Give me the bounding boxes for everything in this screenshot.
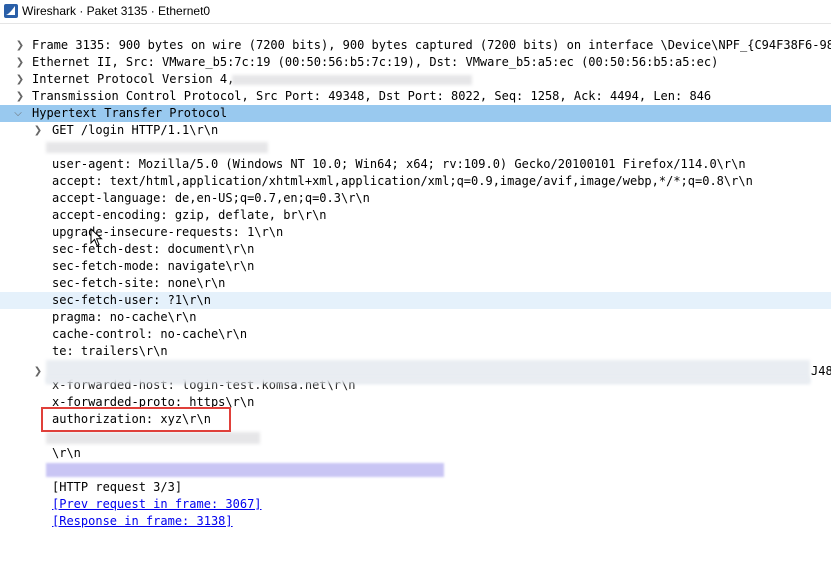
response-link[interactable]: [Response in frame: 3138] — [52, 513, 233, 530]
tcp-label: Transmission Control Protocol, Src Port:… — [32, 89, 712, 103]
tree-item-redacted[interactable] — [0, 462, 831, 479]
upgrade-insecure-header: upgrade-insecure-requests: 1\r\n — [52, 225, 284, 239]
sec-fetch-mode-header: sec-fetch-mode: navigate\r\n — [52, 259, 255, 273]
tree-item-sec-fetch-mode[interactable]: sec-fetch-mode: navigate\r\n — [0, 258, 831, 275]
tree-item-redacted[interactable] — [0, 139, 831, 156]
sec-fetch-dest-header: sec-fetch-dest: document\r\n — [52, 242, 255, 256]
prev-request-link[interactable]: [Prev request in frame: 3067] — [52, 496, 262, 513]
window-title: Wireshark · Paket 3135 · Ethernet0 — [22, 4, 211, 18]
tree-item-cache-control[interactable]: cache-control: no-cache\r\n — [0, 326, 831, 343]
redacted-block — [46, 463, 444, 477]
chevron-right-icon[interactable]: ❯ — [14, 88, 26, 105]
tree-item-crlf[interactable]: \r\n — [0, 445, 831, 462]
tree-item-pragma[interactable]: pragma: no-cache\r\n — [0, 309, 831, 326]
tree-item-prev-request[interactable]: [Prev request in frame: 3067] — [0, 496, 831, 513]
tree-item-accept[interactable]: accept: text/html,application/xhtml+xml,… — [0, 173, 831, 190]
tree-item-response[interactable]: [Response in frame: 3138] — [0, 513, 831, 530]
tree-item-ip[interactable]: ❯ Internet Protocol Version 4, — [0, 71, 831, 88]
tree-item-x-forwarded-host[interactable]: x-forwarded-host: login-test.komsa.net\r… — [0, 377, 831, 394]
user-agent-header: user-agent: Mozilla/5.0 (Windows NT 10.0… — [52, 157, 746, 171]
http-label: Hypertext Transfer Protocol — [32, 106, 228, 120]
http-request-count: [HTTP request 3/3] — [52, 480, 183, 494]
accept-language-header: accept-language: de,en-US;q=0.7,en;q=0.3… — [52, 191, 370, 205]
accept-header: accept: text/html,application/xhtml+xml,… — [52, 174, 753, 188]
ethernet-label: Ethernet II, Src: VMware_b5:7c:19 (00:50… — [32, 55, 719, 69]
tree-item-upgrade-insecure[interactable]: upgrade-insecure-requests: 1\r\n — [0, 224, 831, 241]
sec-fetch-user-header: sec-fetch-user: ?1\r\n — [52, 293, 211, 307]
tree-item-http-request-count[interactable]: [HTTP request 3/3] — [0, 479, 831, 496]
tree-item-frame[interactable]: ❯ Frame 3135: 900 bytes on wire (7200 bi… — [0, 37, 831, 54]
tree-item-accept-language[interactable]: accept-language: de,en-US;q=0.7,en;q=0.3… — [0, 190, 831, 207]
mouse-cursor-icon — [90, 228, 103, 247]
pragma-header: pragma: no-cache\r\n — [52, 310, 197, 324]
redacted-block — [46, 142, 268, 153]
request-line-label: GET /login HTTP/1.1\r\n — [52, 123, 219, 137]
tree-item-request-line[interactable]: ❯ GET /login HTTP/1.1\r\n — [0, 122, 831, 139]
redacted-block — [46, 432, 260, 444]
cache-control-header: cache-control: no-cache\r\n — [52, 327, 248, 341]
highlight-box — [41, 407, 231, 432]
chevron-right-icon[interactable]: ❯ — [32, 122, 44, 139]
chevron-right-icon[interactable]: ❯ — [14, 71, 26, 88]
wireshark-fin-icon — [4, 4, 18, 18]
accept-encoding-header: accept-encoding: gzip, deflate, br\r\n — [52, 208, 327, 222]
tree-item-accept-encoding[interactable]: accept-encoding: gzip, deflate, br\r\n — [0, 207, 831, 224]
chevron-right-icon[interactable]: ❯ — [14, 54, 26, 71]
te-header: te: trailers\r\n — [52, 344, 168, 358]
tree-item-sec-fetch-dest[interactable]: sec-fetch-dest: document\r\n — [0, 241, 831, 258]
tree-item-te[interactable]: te: trailers\r\n — [0, 343, 831, 360]
title-bar: Wireshark · Paket 3135 · Ethernet0 — [0, 0, 831, 24]
chevron-down-icon[interactable]: ⌵ — [12, 105, 24, 122]
chevron-right-icon[interactable]: ❯ — [14, 37, 26, 54]
redacted-block — [46, 377, 810, 383]
frame-label: Frame 3135: 900 bytes on wire (7200 bits… — [32, 38, 831, 52]
tree-item-sec-fetch-site[interactable]: sec-fetch-site: none\r\n — [0, 275, 831, 292]
crlf-label: \r\n — [52, 446, 81, 460]
tree-item-sec-fetch-user[interactable]: sec-fetch-user: ?1\r\n — [0, 292, 831, 309]
tree-item-ethernet[interactable]: ❯ Ethernet II, Src: VMware_b5:7c:19 (00:… — [0, 54, 831, 71]
tree-item-http[interactable]: ⌵ Hypertext Transfer Protocol — [0, 105, 831, 122]
ip-label: Internet Protocol Version 4, — [32, 72, 235, 86]
tree-item-tcp[interactable]: ❯ Transmission Control Protocol, Src Por… — [0, 88, 831, 105]
redacted-block — [232, 75, 472, 85]
tree-item-user-agent[interactable]: user-agent: Mozilla/5.0 (Windows NT 10.0… — [0, 156, 831, 173]
sec-fetch-site-header: sec-fetch-site: none\r\n — [52, 276, 226, 290]
